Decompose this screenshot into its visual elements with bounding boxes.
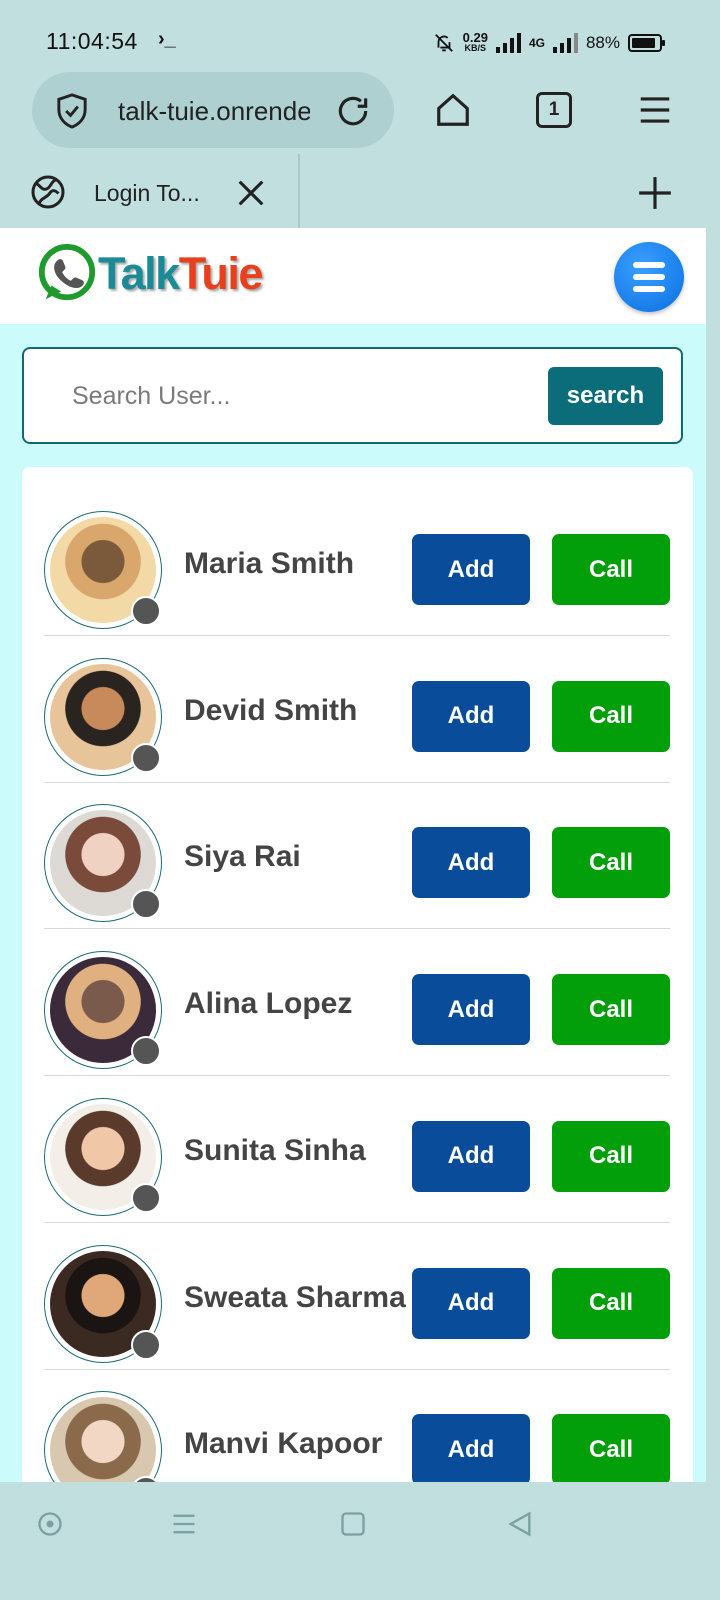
search-input[interactable] (54, 371, 534, 421)
site-header: TalkTuie (0, 228, 706, 324)
speed-unit: KB/S (464, 43, 487, 53)
user-avatar[interactable] (44, 511, 162, 629)
menu-icon[interactable] (636, 90, 674, 130)
add-friend-button[interactable]: Add (412, 1120, 530, 1192)
address-bar[interactable]: talk-tuie.onrender.com (32, 72, 394, 148)
phone-chat-logo-icon (38, 243, 96, 301)
browser-toolbar: talk-tuie.onrender.com 1 (0, 72, 706, 154)
network-speed: 0.29 KB/S (462, 30, 488, 54)
add-friend-button[interactable]: Add (412, 680, 530, 752)
user-avatar[interactable] (44, 951, 162, 1070)
url-text[interactable]: talk-tuie.onrender.com (118, 96, 310, 127)
add-friend-button[interactable]: Add (412, 1414, 530, 1482)
user-list: Maria Smith Add Call Devid Smith Add Cal… (22, 467, 693, 1482)
user-avatar[interactable] (44, 804, 162, 923)
tab-divider (298, 154, 300, 228)
user-avatar[interactable] (44, 1391, 162, 1482)
terminal-icon: ›_ (158, 28, 176, 50)
main-content: search Maria Smith Add Call Devid Smith … (0, 324, 706, 1482)
user-avatar[interactable] (44, 1244, 162, 1363)
back-icon[interactable] (506, 1510, 534, 1538)
tab-strip: Login To... (0, 154, 706, 228)
status-indicators: 0.29 KB/S 4G 88% (433, 28, 665, 58)
user-name: Devid Smith (184, 693, 358, 727)
logo-text: TalkTuie (98, 248, 264, 300)
add-friend-button[interactable]: Add (412, 1267, 530, 1339)
user-name: Alina Lopez (184, 987, 353, 1021)
search-button[interactable]: search (548, 367, 663, 425)
bell-muted-icon (434, 34, 453, 52)
signal-icon-2 (552, 33, 578, 53)
reload-icon[interactable] (334, 92, 372, 130)
user-name: Sunita Sinha (184, 1133, 366, 1167)
call-button[interactable]: Call (552, 534, 670, 605)
add-friend-button[interactable]: Add (412, 534, 530, 605)
call-button[interactable]: Call (552, 1267, 670, 1339)
battery-fill (632, 38, 655, 48)
user-name: Siya Rai (184, 840, 301, 874)
user-row: Maria Smith Add Call (44, 489, 670, 636)
talk-tuie-logo[interactable]: TalkTuie (36, 242, 264, 306)
offline-status-dot (131, 1182, 161, 1213)
offline-status-dot (131, 596, 161, 626)
close-tab-icon[interactable] (234, 176, 268, 210)
system-navigation-bar (0, 1482, 706, 1568)
recent-apps-icon[interactable] (170, 1510, 198, 1538)
offline-status-dot (131, 889, 161, 920)
call-button[interactable]: Call (552, 1414, 670, 1482)
tab-switcher-button[interactable]: 1 (536, 92, 572, 128)
home-icon[interactable] (434, 90, 472, 130)
new-tab-icon[interactable] (636, 174, 674, 212)
add-friend-button[interactable]: Add (412, 827, 530, 899)
call-button[interactable]: Call (552, 1120, 670, 1192)
user-row: Siya Rai Add Call (44, 782, 670, 930)
logo-tuie: Tuie (178, 248, 264, 299)
user-row: Manvi Kapoor Add Call (44, 1369, 670, 1482)
user-name: Manvi Kapoor (184, 1427, 383, 1461)
assistant-icon[interactable] (36, 1510, 64, 1538)
user-row: Alina Lopez Add Call (44, 929, 670, 1077)
offline-status-dot (131, 1036, 161, 1067)
network-type: 4G (528, 36, 545, 50)
user-name: Maria Smith (184, 547, 355, 580)
call-button[interactable]: Call (552, 974, 670, 1046)
status-time: 11:04:54 (46, 28, 138, 54)
user-row: Sunita Sinha Add Call (44, 1076, 670, 1223)
globe-icon (31, 175, 65, 209)
call-button[interactable]: Call (552, 827, 670, 899)
speed-value: 0.29 (462, 30, 488, 45)
call-button[interactable]: Call (552, 680, 670, 752)
tab-title[interactable]: Login To... (94, 180, 200, 207)
shield-check-icon[interactable] (54, 92, 90, 130)
avatar-photo (50, 1397, 156, 1482)
battery-icon (628, 34, 665, 52)
user-name: Sweata Sharma (184, 1280, 406, 1314)
user-row: Devid Smith Add Call (44, 636, 670, 783)
status-bar: 11:04:54 ›_ 0.29 KB/S 4G 88% (0, 0, 706, 72)
offline-status-dot (131, 1329, 161, 1360)
user-avatar[interactable] (44, 1097, 162, 1216)
user-row: Sweata Sharma Add Call (44, 1223, 670, 1370)
user-avatar[interactable] (44, 657, 162, 776)
add-friend-button[interactable]: Add (412, 974, 530, 1046)
battery-percent: 88% (585, 33, 620, 52)
home-button-icon[interactable] (339, 1510, 367, 1538)
search-container: search (22, 347, 683, 444)
offline-status-dot (131, 742, 161, 773)
hamburger-menu-button[interactable] (614, 242, 684, 312)
logo-talk: Talk (98, 248, 180, 299)
signal-icon (495, 33, 521, 53)
